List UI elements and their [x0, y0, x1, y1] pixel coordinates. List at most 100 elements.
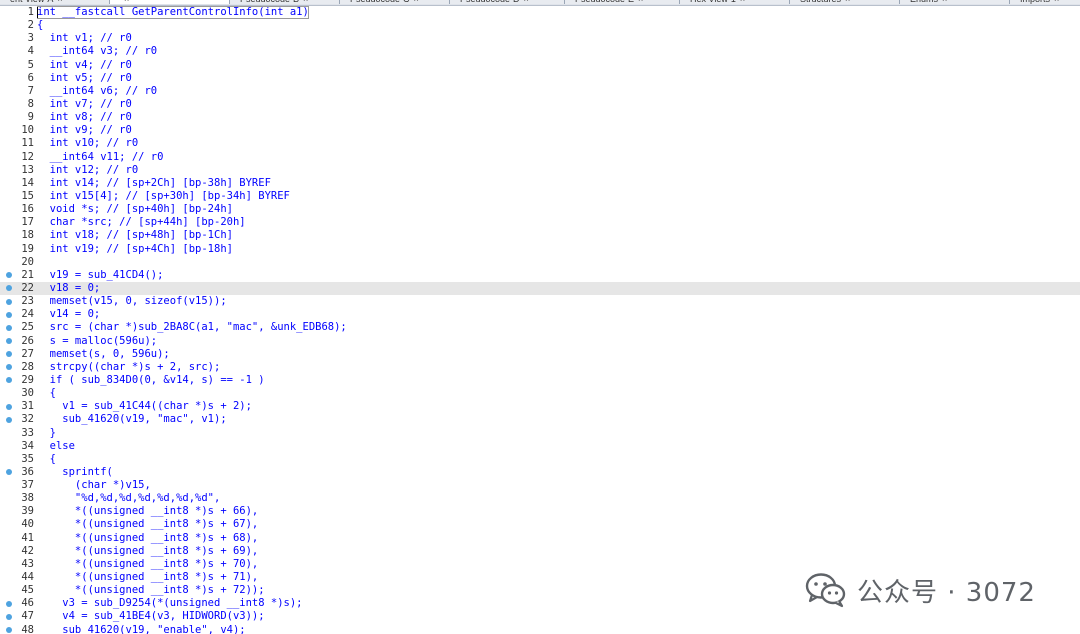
- tab-6[interactable]: Pseudocode-E ×: [565, 0, 680, 4]
- line-gutter[interactable]: 33: [0, 427, 36, 440]
- breakpoint-dot-icon[interactable]: [6, 469, 12, 476]
- line-gutter[interactable]: 17: [0, 216, 36, 229]
- breakpoint-dot-icon[interactable]: [6, 324, 12, 331]
- close-icon[interactable]: ×: [124, 0, 129, 4]
- line-gutter[interactable]: 37: [0, 479, 36, 492]
- line-gutter[interactable]: 12: [0, 151, 36, 164]
- code-line[interactable]: 33 }: [0, 427, 1080, 440]
- close-icon[interactable]: ×: [740, 0, 745, 4]
- line-gutter[interactable]: 7: [0, 85, 36, 98]
- tab-7[interactable]: Hex View-1 ×: [680, 0, 790, 4]
- line-gutter[interactable]: 32: [0, 413, 36, 426]
- code-line[interactable]: 27 memset(s, 0, 596u);: [0, 348, 1080, 361]
- close-icon[interactable]: ×: [638, 0, 643, 4]
- code-line[interactable]: 24 v14 = 0;: [0, 308, 1080, 321]
- line-gutter[interactable]: 2: [0, 19, 36, 32]
- line-gutter[interactable]: 38: [0, 492, 36, 505]
- code-line[interactable]: 15 int v15[4]; // [sp+30h] [bp-34h] BYRE…: [0, 190, 1080, 203]
- code-line[interactable]: 37 (char *)v15,: [0, 479, 1080, 492]
- code-line[interactable]: 30 {: [0, 387, 1080, 400]
- code-line[interactable]: 5 int v4; // r0: [0, 59, 1080, 72]
- line-gutter[interactable]: 41: [0, 532, 36, 545]
- line-gutter[interactable]: 1: [0, 6, 36, 19]
- code-line[interactable]: 41 *((unsigned __int8 *)s + 68),: [0, 532, 1080, 545]
- line-gutter[interactable]: 8: [0, 98, 36, 111]
- code-line[interactable]: 11 int v10; // r0: [0, 137, 1080, 150]
- line-gutter[interactable]: 15: [0, 190, 36, 203]
- line-gutter[interactable]: 45: [0, 584, 36, 597]
- line-gutter[interactable]: 23: [0, 295, 36, 308]
- line-gutter[interactable]: 19: [0, 243, 36, 256]
- breakpoint-dot-icon[interactable]: [6, 272, 12, 279]
- tab-5[interactable]: Pseudocode-D ×: [450, 0, 565, 4]
- code-line[interactable]: 32 sub_41620(v19, "mac", v1);: [0, 413, 1080, 426]
- line-gutter[interactable]: 48: [0, 624, 36, 634]
- code-line[interactable]: 39 *((unsigned __int8 *)s + 66),: [0, 505, 1080, 518]
- code-line[interactable]: 16 void *s; // [sp+40h] [bp-24h]: [0, 203, 1080, 216]
- code-line[interactable]: 10 int v9; // r0: [0, 124, 1080, 137]
- code-line[interactable]: 42 *((unsigned __int8 *)s + 69),: [0, 545, 1080, 558]
- line-gutter[interactable]: 25: [0, 321, 36, 334]
- line-gutter[interactable]: 34: [0, 440, 36, 453]
- code-line[interactable]: 26 s = malloc(596u);: [0, 335, 1080, 348]
- close-icon[interactable]: ×: [57, 0, 62, 4]
- code-line[interactable]: 18 int v18; // [sp+48h] [bp-1Ch]: [0, 229, 1080, 242]
- line-gutter[interactable]: 28: [0, 361, 36, 374]
- breakpoint-dot-icon[interactable]: [6, 338, 12, 345]
- code-line[interactable]: 36 sprintf(: [0, 466, 1080, 479]
- breakpoint-dot-icon[interactable]: [6, 364, 12, 371]
- tab-9[interactable]: Enums ×: [900, 0, 1010, 4]
- breakpoint-dot-icon[interactable]: [6, 298, 12, 305]
- tab-8[interactable]: Structures ×: [790, 0, 900, 4]
- line-gutter[interactable]: 36: [0, 466, 36, 479]
- tab-2[interactable]: ×: [110, 0, 230, 4]
- line-gutter[interactable]: 10: [0, 124, 36, 137]
- code-line[interactable]: 47 v4 = sub_41BE4(v3, HIDWORD(v3));: [0, 610, 1080, 623]
- line-gutter[interactable]: 26: [0, 335, 36, 348]
- breakpoint-dot-icon[interactable]: [6, 627, 12, 634]
- line-gutter[interactable]: 47: [0, 610, 36, 623]
- breakpoint-dot-icon[interactable]: [6, 311, 12, 318]
- breakpoint-dot-icon[interactable]: [6, 600, 12, 607]
- breakpoint-dot-icon[interactable]: [6, 285, 12, 292]
- code-line[interactable]: 40 *((unsigned __int8 *)s + 67),: [0, 518, 1080, 531]
- tab-10[interactable]: Imports ×: [1010, 0, 1080, 4]
- line-gutter[interactable]: 40: [0, 518, 36, 531]
- line-gutter[interactable]: 39: [0, 505, 36, 518]
- line-gutter[interactable]: 16: [0, 203, 36, 216]
- pseudocode-editor[interactable]: 1 int __fastcall GetParentControlInfo(int…: [0, 6, 1080, 634]
- close-icon[interactable]: ×: [1054, 0, 1059, 4]
- close-icon[interactable]: ×: [845, 0, 850, 4]
- code-line[interactable]: 28 strcpy((char *)s + 2, src);: [0, 361, 1080, 374]
- code-line[interactable]: 13 int v12; // r0: [0, 164, 1080, 177]
- code-line[interactable]: 6 int v5; // r0: [0, 72, 1080, 85]
- code-line[interactable]: 12 __int64 v11; // r0: [0, 151, 1080, 164]
- line-gutter[interactable]: 35: [0, 453, 36, 466]
- code-line[interactable]: 22 v18 = 0;: [0, 281, 1080, 296]
- code-line[interactable]: 31 v1 = sub_41C44((char *)s + 2);: [0, 400, 1080, 413]
- line-gutter[interactable]: 14: [0, 177, 36, 190]
- code-line[interactable]: 2{: [0, 19, 1080, 32]
- line-gutter[interactable]: 46: [0, 597, 36, 610]
- close-icon[interactable]: ×: [942, 0, 947, 4]
- line-gutter[interactable]: 9: [0, 111, 36, 124]
- code-line[interactable]: 1 int __fastcall GetParentControlInfo(int…: [0, 6, 1080, 20]
- line-gutter[interactable]: 20: [0, 256, 36, 269]
- code-line[interactable]: 7 __int64 v6; // r0: [0, 85, 1080, 98]
- code-line[interactable]: 38 "%d,%d,%d,%d,%d,%d,%d",: [0, 492, 1080, 505]
- tab-1[interactable]: ent View-A ×: [0, 0, 110, 4]
- code-line[interactable]: 25 src = (char *)sub_2BA8C(a1, "mac", &u…: [0, 321, 1080, 334]
- code-line[interactable]: 20: [0, 256, 1080, 269]
- code-line[interactable]: 17 char *src; // [sp+44h] [bp-20h]: [0, 216, 1080, 229]
- line-gutter[interactable]: 43: [0, 558, 36, 571]
- line-gutter[interactable]: 18: [0, 229, 36, 242]
- tab-4[interactable]: Pseudocode-C ×: [340, 0, 450, 4]
- breakpoint-dot-icon[interactable]: [6, 351, 12, 358]
- code-line[interactable]: 48 sub_41620(v19, "enable", v4);: [0, 624, 1080, 634]
- code-line[interactable]: 35 {: [0, 453, 1080, 466]
- line-gutter[interactable]: 21: [0, 269, 36, 282]
- line-gutter[interactable]: 31: [0, 400, 36, 413]
- code-line[interactable]: 19 int v19; // [sp+4Ch] [bp-18h]: [0, 243, 1080, 256]
- line-gutter[interactable]: 22: [0, 282, 36, 295]
- line-gutter[interactable]: 4: [0, 45, 36, 58]
